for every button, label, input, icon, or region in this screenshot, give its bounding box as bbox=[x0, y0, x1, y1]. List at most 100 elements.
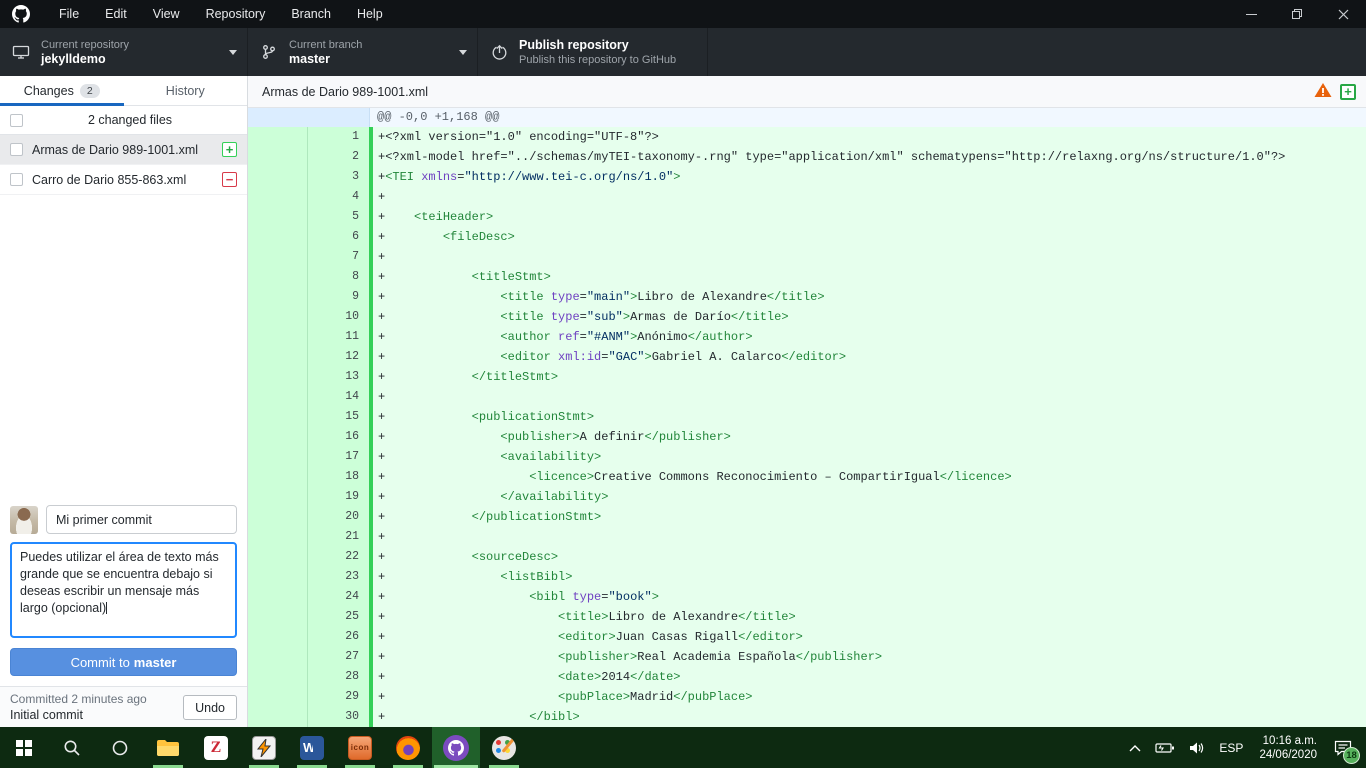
restore-button[interactable] bbox=[1274, 0, 1320, 28]
hunk-gutter bbox=[248, 108, 370, 127]
folder-icon bbox=[156, 738, 180, 758]
sidebar-spacer bbox=[0, 195, 247, 495]
clock[interactable]: 10:16 a.m. 24/06/2020 bbox=[1250, 734, 1326, 762]
zotero-button[interactable]: Z bbox=[192, 727, 240, 768]
file-checkbox[interactable] bbox=[10, 143, 23, 156]
menu-bar: File Edit View Repository Branch Help bbox=[0, 0, 1366, 28]
action-center-button[interactable]: 18 bbox=[1326, 727, 1366, 768]
minimize-button[interactable] bbox=[1228, 0, 1274, 28]
file-explorer-button[interactable] bbox=[144, 727, 192, 768]
avatar bbox=[10, 506, 38, 534]
menu-file[interactable]: File bbox=[46, 0, 92, 28]
diff-line: 7+ bbox=[248, 247, 1366, 267]
diff-line: 26+ <editor>Juan Casas Rigall</editor> bbox=[248, 627, 1366, 647]
file-name: Armas de Dario 989-1001.xml bbox=[32, 143, 213, 157]
commit-description-textarea[interactable]: Puedes utilizar el área de texto más gra… bbox=[10, 542, 237, 638]
file-row-armas[interactable]: Armas de Dario 989-1001.xml + bbox=[0, 135, 247, 165]
diff-line: 24+ <bibl type="book"> bbox=[248, 587, 1366, 607]
notification-count-badge: 18 bbox=[1343, 747, 1360, 764]
cortana-button[interactable] bbox=[96, 727, 144, 768]
upload-cloud-icon bbox=[488, 44, 510, 61]
diff-line: 4+ bbox=[248, 187, 1366, 207]
diff-line: 16+ <publisher>A definir</publisher> bbox=[248, 427, 1366, 447]
github-desktop-icon bbox=[443, 735, 469, 761]
changes-count-badge: 2 bbox=[80, 84, 100, 98]
git-branch-icon bbox=[258, 44, 280, 60]
firefox-icon bbox=[396, 736, 420, 760]
tray-time: 10:16 a.m. bbox=[1259, 734, 1317, 748]
diff-line: 2+<?xml-model href="../schemas/myTEI-tax… bbox=[248, 147, 1366, 167]
windows-logo-icon bbox=[16, 740, 32, 756]
paint3d-button[interactable] bbox=[480, 727, 528, 768]
hunk-text: @@ -0,0 +1,168 @@ bbox=[370, 108, 1366, 127]
menu-help[interactable]: Help bbox=[344, 0, 396, 28]
cortana-icon bbox=[111, 739, 129, 757]
commit-description-text: Puedes utilizar el área de texto más gra… bbox=[20, 550, 219, 615]
diff-line: 6+ <fileDesc> bbox=[248, 227, 1366, 247]
close-button[interactable] bbox=[1320, 0, 1366, 28]
tray-chevron-up-icon[interactable] bbox=[1122, 727, 1148, 768]
diff-line: 14+ bbox=[248, 387, 1366, 407]
file-checkbox[interactable] bbox=[10, 173, 23, 186]
tab-changes-label: Changes bbox=[24, 84, 74, 98]
github-desktop-button[interactable] bbox=[432, 727, 480, 768]
search-button[interactable] bbox=[48, 727, 96, 768]
menu-branch[interactable]: Branch bbox=[278, 0, 344, 28]
sidebar-tabs: Changes 2 History bbox=[0, 76, 247, 106]
menu-view[interactable]: View bbox=[140, 0, 193, 28]
commit-summary-input[interactable] bbox=[46, 505, 237, 534]
publish-repository-button[interactable]: Publish repository Publish this reposito… bbox=[478, 28, 708, 76]
diff-line: 25+ <title>Libro de Alexandre</title> bbox=[248, 607, 1366, 627]
system-tray: ESP 10:16 a.m. 24/06/2020 18 bbox=[1122, 727, 1366, 768]
commit-button[interactable]: Commit to master bbox=[10, 648, 237, 676]
branch-label: Current branch bbox=[289, 38, 362, 52]
diff-line: 9+ <title type="main">Libro de Alexandre… bbox=[248, 287, 1366, 307]
menu-edit[interactable]: Edit bbox=[92, 0, 140, 28]
file-row-carro[interactable]: Carro de Dario 855-863.xml − bbox=[0, 165, 247, 195]
diff-line: 13+ </titleStmt> bbox=[248, 367, 1366, 387]
battery-icon[interactable] bbox=[1148, 727, 1182, 768]
changed-files-count: 2 changed files bbox=[23, 113, 237, 127]
chevron-down-icon bbox=[459, 50, 467, 55]
word-button[interactable]: W bbox=[288, 727, 336, 768]
diff-line: 10+ <title type="sub">Armas de Darío</ti… bbox=[248, 307, 1366, 327]
current-repository-dropdown[interactable]: Current repository jekylldemo bbox=[0, 28, 248, 76]
tab-history[interactable]: History bbox=[124, 76, 248, 105]
last-commit-banner: Committed 2 minutes ago Initial commit U… bbox=[0, 686, 247, 727]
diff-line: 1+<?xml version="1.0" encoding="UTF-8"?> bbox=[248, 127, 1366, 147]
github-desktop-window: File Edit View Repository Branch Help Cu… bbox=[0, 0, 1366, 768]
diff-file-title: Armas de Dario 989-1001.xml bbox=[262, 85, 428, 99]
diff-line: 23+ <listBibl> bbox=[248, 567, 1366, 587]
diff-line: 30+ </bibl> bbox=[248, 707, 1366, 727]
diff-lines: 1+<?xml version="1.0" encoding="UTF-8"?>… bbox=[248, 127, 1366, 727]
volume-icon[interactable] bbox=[1182, 727, 1212, 768]
diff-panel: Armas de Dario 989-1001.xml + @@ -0,0 +1… bbox=[248, 76, 1366, 727]
winamp-button[interactable] bbox=[240, 727, 288, 768]
tray-date: 24/06/2020 bbox=[1259, 748, 1317, 762]
firefox-button[interactable] bbox=[384, 727, 432, 768]
windows-taskbar: Z W icon bbox=[0, 727, 1366, 768]
icon-app-button[interactable]: icon bbox=[336, 727, 384, 768]
file-added-icon: + bbox=[222, 142, 237, 157]
diff-view: @@ -0,0 +1,168 @@ 1+<?xml version="1.0" … bbox=[248, 108, 1366, 727]
diff-line: 11+ <author ref="#ANM">Anónimo</author> bbox=[248, 327, 1366, 347]
undo-button[interactable]: Undo bbox=[183, 695, 237, 720]
diff-line: 28+ <date>2014</date> bbox=[248, 667, 1366, 687]
winamp-icon bbox=[252, 736, 276, 760]
language-indicator[interactable]: ESP bbox=[1212, 727, 1250, 768]
start-button[interactable] bbox=[0, 727, 48, 768]
repository-label: Current repository bbox=[41, 38, 129, 52]
expand-diff-icon[interactable]: + bbox=[1340, 84, 1356, 100]
sidebar: Changes 2 History 2 changed files Armas … bbox=[0, 76, 248, 727]
tab-changes[interactable]: Changes 2 bbox=[0, 76, 124, 105]
select-all-checkbox[interactable] bbox=[10, 114, 23, 127]
changed-files-header: 2 changed files bbox=[0, 106, 247, 135]
paint-palette-icon bbox=[492, 736, 516, 760]
warning-icon[interactable] bbox=[1314, 82, 1332, 101]
computer-icon bbox=[10, 44, 32, 60]
menu-repository[interactable]: Repository bbox=[193, 0, 279, 28]
text-caret bbox=[106, 602, 107, 614]
word-icon: W bbox=[300, 736, 324, 760]
diff-line: 5+ <teiHeader> bbox=[248, 207, 1366, 227]
current-branch-dropdown[interactable]: Current branch master bbox=[248, 28, 478, 76]
